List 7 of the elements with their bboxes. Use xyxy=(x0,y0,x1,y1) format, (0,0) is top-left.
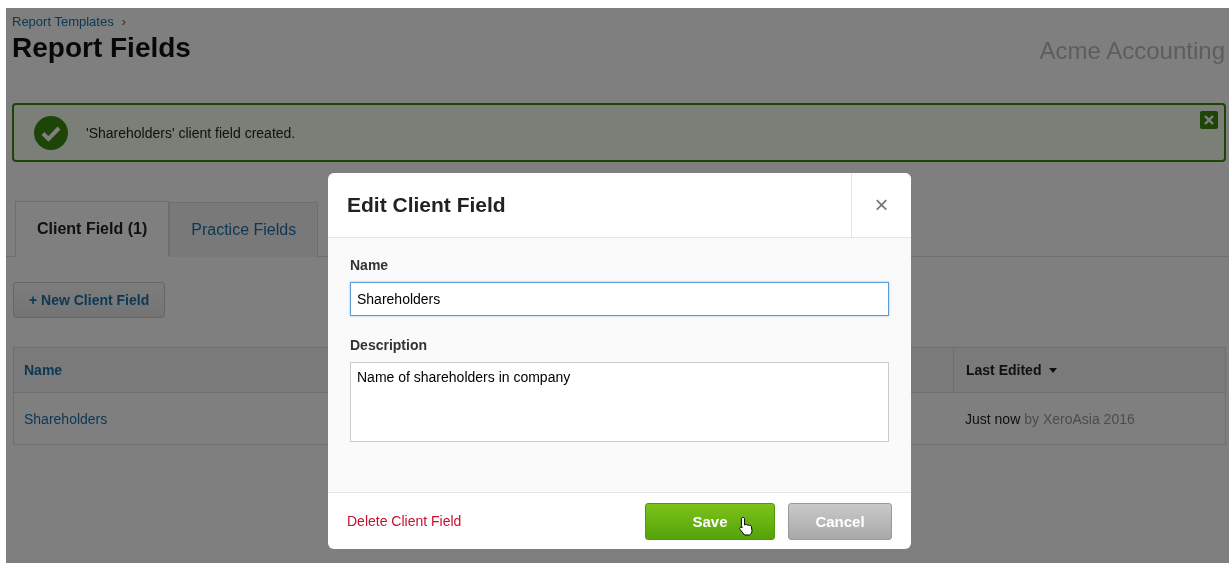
edited-time: Just now xyxy=(965,410,1021,427)
dialog-title: Edit Client Field xyxy=(346,192,507,218)
field-label: Description xyxy=(350,337,428,353)
alert-message: 'Shareholders' client field created. xyxy=(86,124,296,141)
page-title: Report Fields xyxy=(12,32,191,64)
field-label: Name xyxy=(350,257,390,273)
breadcrumb-separator: › xyxy=(121,14,126,29)
